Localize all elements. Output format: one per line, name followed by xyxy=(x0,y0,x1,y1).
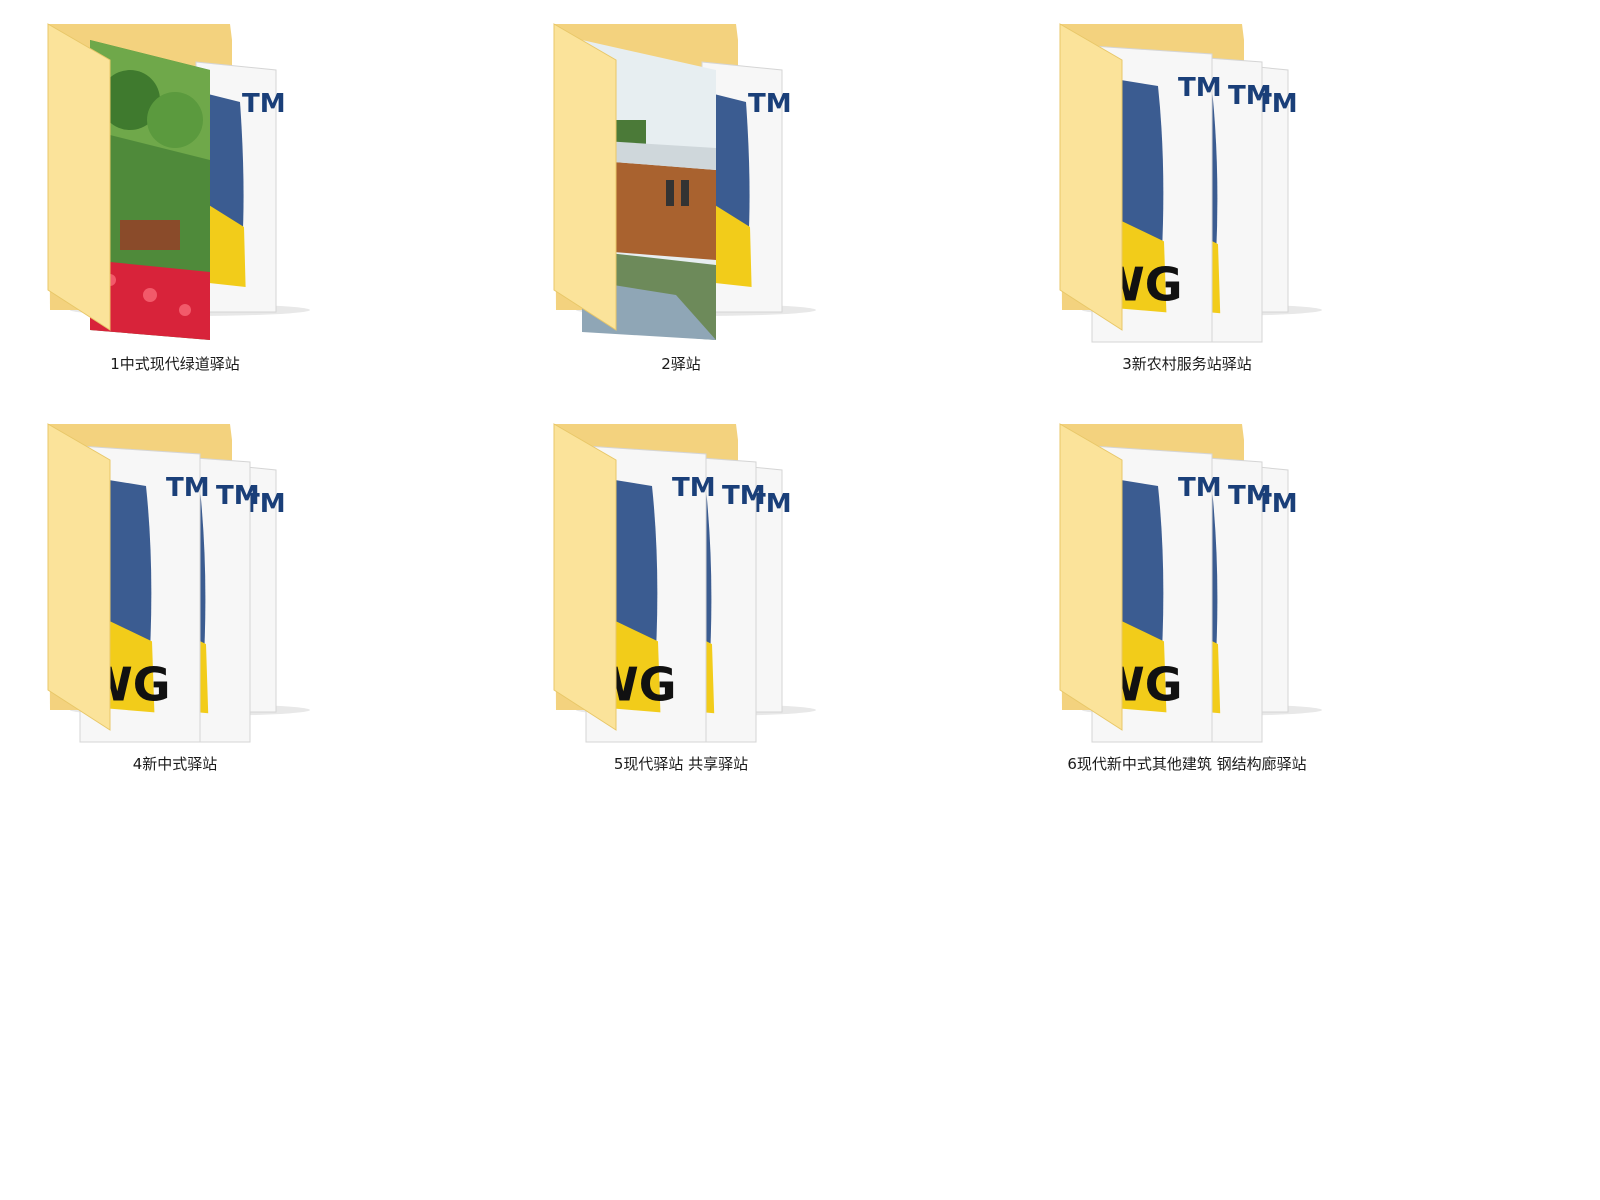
tm-mark: TM xyxy=(672,473,716,503)
tm-mark: TM xyxy=(242,89,286,119)
folder-item-2[interactable]: TM 2驿站 xyxy=(516,10,846,390)
tm-mark: TM xyxy=(166,473,210,503)
folder-item-6[interactable]: TM TM TM WG 6现代新中式其他建筑 钢结构廊驿站 xyxy=(1022,410,1352,790)
folder-icon: TM xyxy=(10,10,340,350)
folder-front xyxy=(553,23,617,331)
folder-label: 6现代新中式其他建筑 钢结构廊驿站 xyxy=(1067,755,1307,773)
folder-grid: TM 1中式现代绿道驿站 TM 2驿站 TM TM TM WG 3新农村服务站驿站 T… xyxy=(0,0,1600,1200)
folder-icon: TM TM TM WG xyxy=(1022,10,1352,350)
tm-mark: TM xyxy=(748,89,792,119)
folder-front xyxy=(47,423,111,731)
tm-mark: TM xyxy=(1228,81,1272,111)
tm-mark: TM xyxy=(1228,481,1272,511)
tm-mark: TM xyxy=(1178,73,1222,103)
folder-icon: TM xyxy=(516,10,846,350)
folder-label: 2驿站 xyxy=(661,355,701,373)
folder-item-3[interactable]: TM TM TM WG 3新农村服务站驿站 xyxy=(1022,10,1352,390)
folder-front xyxy=(1059,423,1123,731)
folder-label: 3新农村服务站驿站 xyxy=(1122,355,1252,373)
folder-front xyxy=(553,423,617,731)
folder-label: 1中式现代绿道驿站 xyxy=(110,355,240,373)
folder-icon: TM TM TM WG xyxy=(10,410,340,750)
folder-front xyxy=(47,23,111,331)
folder-front xyxy=(1059,23,1123,331)
folder-item-4[interactable]: TM TM TM WG 4新中式驿站 xyxy=(10,410,340,790)
tm-mark: TM xyxy=(216,481,260,511)
folder-item-5[interactable]: TM TM TM WG 5现代驿站 共享驿站 xyxy=(516,410,846,790)
folder-icon: TM TM TM WG xyxy=(516,410,846,750)
folder-label: 5现代驿站 共享驿站 xyxy=(613,755,749,773)
folder-item-1[interactable]: TM 1中式现代绿道驿站 xyxy=(10,10,340,390)
folder-icon: TM TM TM WG xyxy=(1022,410,1352,750)
tm-mark: TM xyxy=(1178,473,1222,503)
tm-mark: TM xyxy=(722,481,766,511)
folder-label: 4新中式驿站 xyxy=(132,755,218,773)
